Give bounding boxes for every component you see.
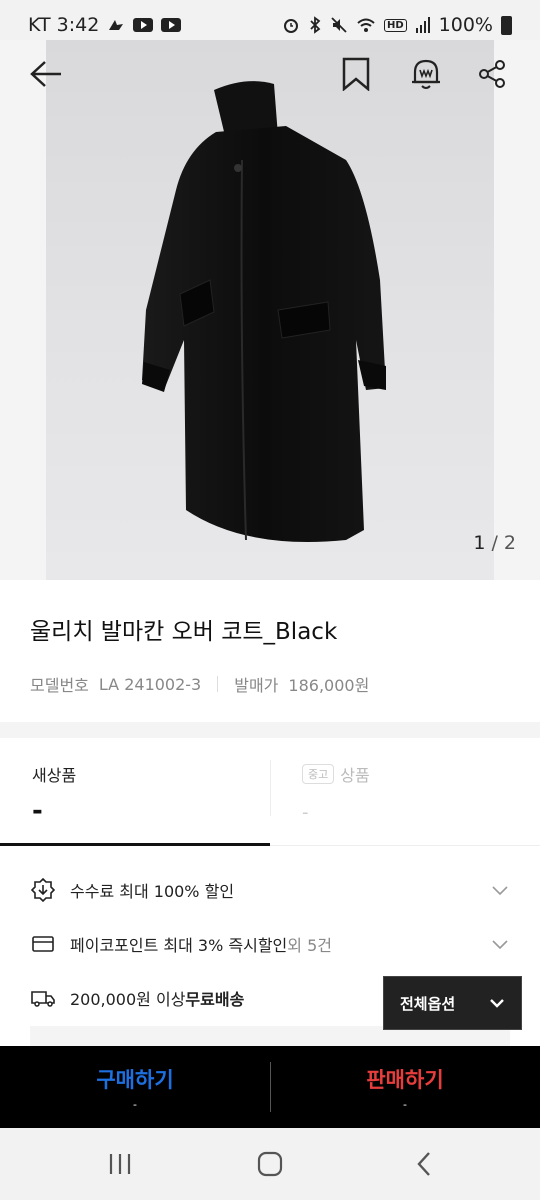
hd-icon: HD — [384, 18, 407, 32]
tab-used-product[interactable]: 중고 상품 - — [270, 738, 540, 846]
tab-used-price: - — [302, 802, 309, 823]
release-label: 발매가 — [234, 676, 279, 695]
chevron-left-icon — [417, 1152, 430, 1176]
tab-new-label: 새상품 — [32, 766, 77, 785]
product-image[interactable] — [46, 40, 494, 580]
discount-badge-icon — [30, 877, 56, 903]
system-back-button[interactable] — [404, 1148, 444, 1180]
mute-icon — [330, 16, 348, 34]
share-icon — [479, 60, 505, 88]
bookmark-icon — [342, 57, 370, 91]
recent-apps-button[interactable] — [100, 1148, 140, 1180]
tab-used-label: 상품 — [340, 766, 370, 785]
bottom-action-bar: 구매하기 - 판매하기 - — [0, 1046, 540, 1128]
chevron-down-icon — [489, 994, 505, 1012]
alarm-bell-button[interactable] — [404, 52, 448, 96]
product-meta: 모델번호 LA 241002-3 발매가 186,000원 — [30, 672, 369, 696]
sell-button[interactable]: 판매하기 - — [270, 1046, 540, 1128]
tab-new-product[interactable]: 새상품 - — [0, 738, 270, 846]
pager-total: 2 — [503, 532, 516, 554]
home-button[interactable] — [250, 1148, 290, 1180]
gallery-pager: 1 / 2 — [473, 532, 516, 554]
battery-icon — [501, 15, 512, 35]
section-divider — [0, 722, 540, 738]
bluetooth-icon — [308, 16, 322, 34]
delivery-truck-icon — [30, 985, 56, 1011]
back-arrow-icon — [30, 61, 61, 87]
bell-icon — [412, 59, 440, 89]
benefit-point-extra: 외 5건 — [287, 936, 332, 955]
youtube-icon — [133, 18, 154, 32]
all-options-button[interactable]: 전체옵션 — [383, 976, 522, 1030]
model-value: LA 241002-3 — [98, 674, 202, 694]
coat-illustration — [142, 81, 386, 542]
buy-button[interactable]: 구매하기 - — [0, 1046, 270, 1128]
back-button[interactable] — [24, 52, 68, 96]
chevron-down-icon — [492, 935, 508, 954]
model-label: 모델번호 — [30, 676, 89, 695]
signal-icon — [415, 16, 431, 34]
release-value: 186,000원 — [288, 676, 370, 695]
buy-price: - — [133, 1097, 137, 1111]
buy-label: 구매하기 — [96, 1067, 174, 1092]
product-gallery[interactable]: 1 / 2 — [0, 40, 540, 580]
bird-icon — [107, 16, 125, 34]
sell-price: - — [403, 1097, 407, 1111]
all-options-label: 전체옵션 — [400, 994, 456, 1013]
used-badge: 중고 — [302, 764, 335, 784]
bookmark-button[interactable] — [334, 52, 378, 96]
sell-label: 판매하기 — [366, 1067, 444, 1092]
condition-tabs: 새상품 - 중고 상품 - — [0, 738, 540, 846]
top-navigation — [0, 40, 540, 108]
benefit-fee-discount[interactable]: 수수료 최대 100% 할인 — [30, 870, 520, 910]
recent-apps-icon — [109, 1154, 131, 1174]
product-title: 울리치 발마칸 오버 코트_Black — [30, 619, 338, 645]
benefit-fee-text: 수수료 최대 100% 할인 — [70, 882, 235, 901]
meta-divider — [217, 676, 219, 692]
chevron-down-icon — [492, 881, 508, 900]
home-icon — [257, 1151, 283, 1177]
benefit-point-text: 페이코포인트 최대 3% 즉시할인 — [70, 936, 288, 955]
card-icon — [30, 931, 56, 957]
benefit-point-discount[interactable]: 페이코포인트 최대 3% 즉시할인 외 5건 — [30, 924, 520, 964]
tab-new-price: - — [32, 796, 43, 826]
share-button[interactable] — [470, 52, 514, 96]
pager-current: 1 — [473, 532, 486, 554]
wifi-icon — [356, 16, 376, 34]
system-navigation — [0, 1128, 540, 1200]
youtube-icon — [161, 18, 182, 32]
benefit-shipping-text: 200,000원 이상 — [70, 990, 186, 1009]
alarm-icon — [282, 16, 300, 34]
benefit-shipping-bold: 무료배송 — [185, 990, 245, 1009]
carrier-time: KT 3:42 — [28, 14, 100, 36]
pager-separator: / — [491, 532, 498, 554]
battery-percent: 100% — [438, 14, 493, 36]
